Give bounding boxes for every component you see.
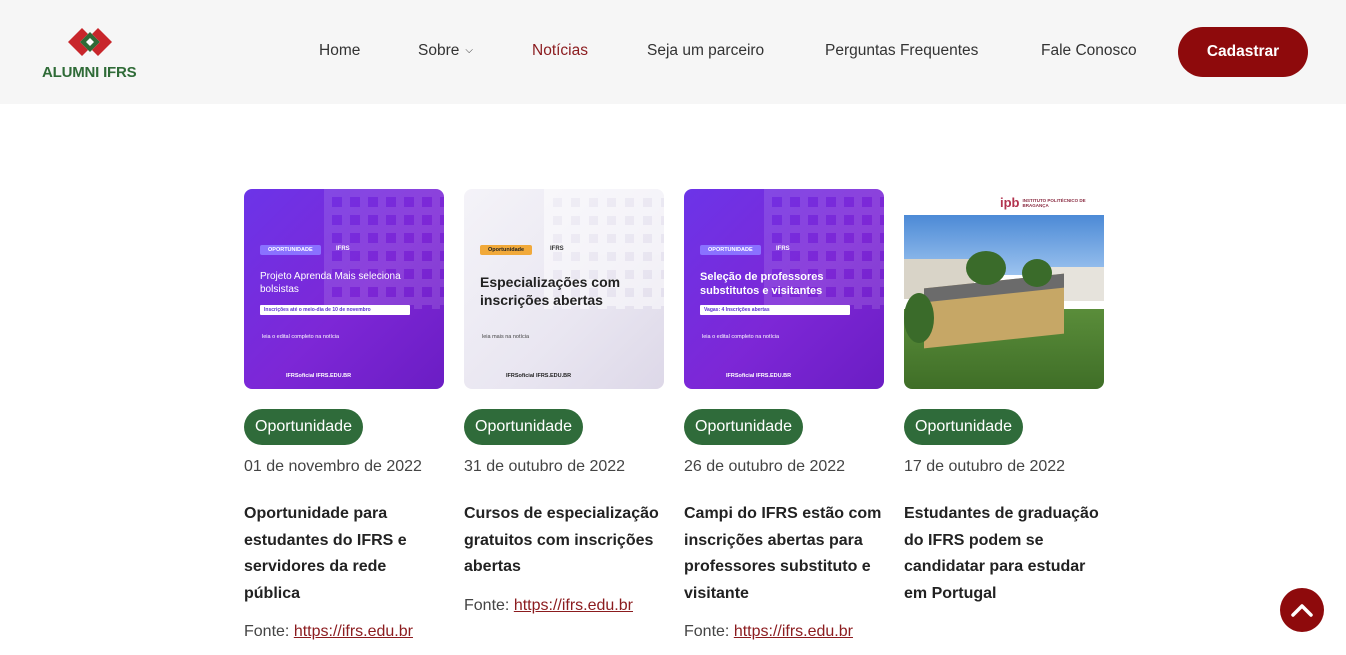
- news-title[interactable]: Oportunidade para estudantes do IFRS e s…: [244, 501, 444, 607]
- category-tag[interactable]: Oportunidade: [904, 409, 1023, 445]
- nav-sobre[interactable]: Sobre ⌵: [418, 42, 473, 60]
- ipb-logo: ipb INSTITUTO POLITÉCNICO DE BRAGANÇA: [1000, 195, 1093, 210]
- ipb-logo-sub: INSTITUTO POLITÉCNICO DE BRAGANÇA: [1022, 197, 1086, 208]
- thumb-org: IFRS: [550, 246, 564, 252]
- news-title[interactable]: Estudantes de graduação do IFRS podem se…: [904, 501, 1104, 607]
- photo-tree: [904, 293, 934, 343]
- source-link[interactable]: https://ifrs.edu.br: [514, 597, 633, 614]
- news-thumbnail[interactable]: OPORTUNIDADE IFRS Projeto Aprenda Mais s…: [244, 189, 444, 389]
- chevron-down-icon: ⌵: [465, 45, 473, 56]
- site-header: ALUMNI IFRS Home Sobre ⌵ Notícias Seja um…: [0, 0, 1346, 104]
- thumb-title: Especializações com inscrições abertas: [480, 274, 621, 309]
- news-card: ipb INSTITUTO POLITÉCNICO DE BRAGANÇA Opo…: [904, 189, 1104, 607]
- nav-home[interactable]: Home: [319, 42, 360, 60]
- thumb-tag: OPORTUNIDADE: [700, 245, 761, 255]
- thumb-note: leia o edital completo na notícia: [702, 334, 780, 340]
- thumb-note: leia mais na notícia: [482, 334, 530, 340]
- news-card: OPORTUNIDADE IFRS Seleção de professores…: [684, 189, 884, 641]
- source-link[interactable]: https://ifrs.edu.br: [734, 623, 853, 640]
- thumb-title: Projeto Aprenda Mais seleciona bolsistas: [260, 271, 401, 295]
- thumb-title: Seleção de professores substitutos e vis…: [700, 271, 824, 297]
- chevron-up-icon: [1291, 604, 1313, 617]
- thumb-bar: Inscrições até o meio-dia de 10 de novem…: [260, 305, 410, 315]
- thumb-tag: OPORTUNIDADE: [260, 245, 321, 255]
- news-card: OPORTUNIDADE IFRS Projeto Aprenda Mais s…: [244, 189, 444, 641]
- category-tag[interactable]: Oportunidade: [244, 409, 363, 445]
- thumb-footer: IFRSoficial IFRS.EDU.BR: [506, 373, 572, 379]
- scroll-to-top-button[interactable]: [1280, 588, 1324, 632]
- main-nav: Home Sobre ⌵ Notícias Seja um parceiro Pe…: [0, 0, 1346, 104]
- news-date: 17 de outubro de 2022: [904, 458, 1066, 475]
- nav-fale-conosco[interactable]: Fale Conosco: [1041, 42, 1137, 60]
- nav-noticias[interactable]: Notícias: [532, 42, 588, 60]
- thumb-org: IFRS: [776, 246, 790, 252]
- category-tag[interactable]: Oportunidade: [464, 409, 583, 445]
- news-thumbnail[interactable]: ipb INSTITUTO POLITÉCNICO DE BRAGANÇA: [904, 189, 1104, 389]
- news-thumbnail[interactable]: OPORTUNIDADE IFRS Seleção de professores…: [684, 189, 884, 389]
- thumb-org: IFRS: [336, 246, 350, 252]
- photo-tree: [966, 251, 1006, 285]
- source-label: Fonte:: [464, 596, 510, 614]
- source-link[interactable]: https://ifrs.edu.br: [294, 623, 413, 640]
- news-date: 31 de outubro de 2022: [464, 458, 626, 475]
- news-date: 26 de outubro de 2022: [684, 458, 846, 475]
- news-title[interactable]: Campi do IFRS estão com inscrições abert…: [684, 501, 884, 607]
- nav-perguntas-frequentes[interactable]: Perguntas Frequentes: [825, 42, 978, 60]
- news-date: 01 de novembro de 2022: [244, 458, 422, 475]
- news-source: Fonte: https://ifrs.edu.br: [464, 597, 664, 615]
- thumb-bar: Vagas: 4 Inscrições abertas: [700, 305, 850, 315]
- news-card: Oportunidade IFRS Especializações com in…: [464, 189, 664, 615]
- news-title[interactable]: Cursos de especialização gratuitos com i…: [464, 501, 664, 581]
- source-label: Fonte:: [244, 623, 290, 640]
- thumb-footer: IFRSoficial IFRS.EDU.BR: [726, 373, 792, 379]
- nav-seja-um-parceiro[interactable]: Seja um parceiro: [647, 42, 764, 60]
- news-source: Fonte: https://ifrs.edu.br: [244, 623, 444, 641]
- thumb-footer: IFRSoficial IFRS.EDU.BR: [286, 373, 352, 379]
- news-source: Fonte: https://ifrs.edu.br: [684, 623, 884, 641]
- news-grid: OPORTUNIDADE IFRS Projeto Aprenda Mais s…: [244, 189, 1104, 655]
- cadastrar-button[interactable]: Cadastrar: [1178, 27, 1308, 77]
- source-label: Fonte:: [684, 623, 730, 640]
- category-tag[interactable]: Oportunidade: [684, 409, 803, 445]
- photo-tree: [1022, 259, 1052, 287]
- nav-sobre-label: Sobre: [418, 42, 460, 59]
- news-thumbnail[interactable]: Oportunidade IFRS Especializações com in…: [464, 189, 664, 389]
- ipb-logo-text: ipb: [1000, 195, 1020, 210]
- thumb-note: leia o edital completo na notícia: [262, 334, 340, 340]
- thumb-tag: Oportunidade: [480, 245, 533, 255]
